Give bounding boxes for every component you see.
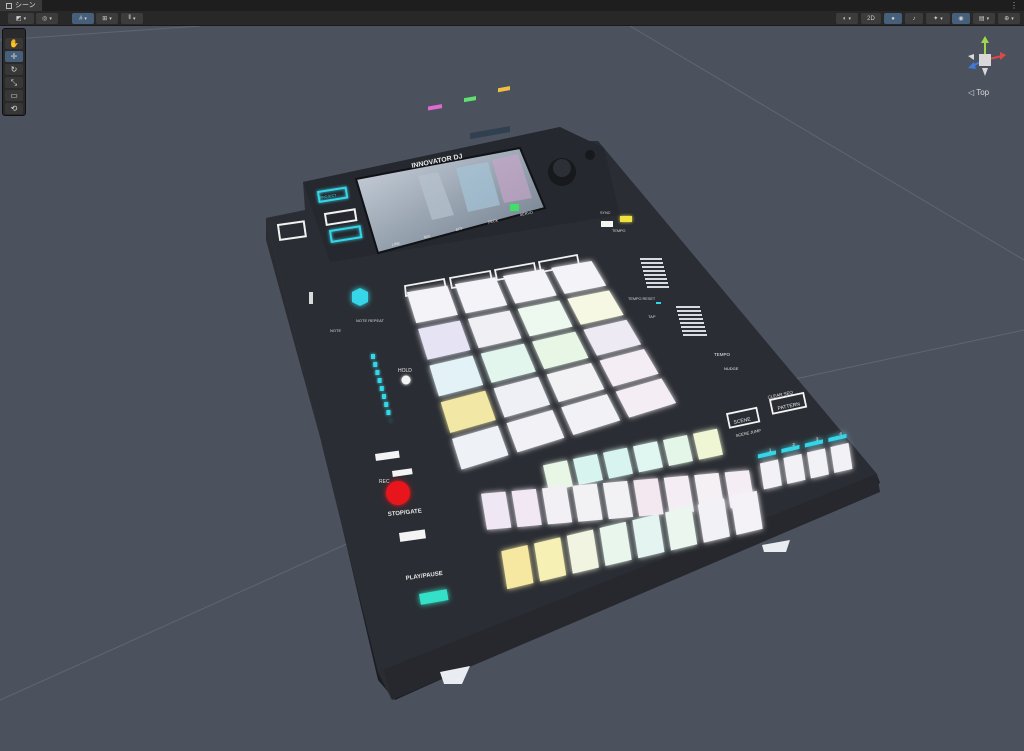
hidden-objects-button[interactable]: ◉ [952,13,970,24]
hold-button[interactable] [401,375,411,385]
sphere-icon: ◐ [842,15,847,22]
scene-button-4[interactable] [830,442,853,474]
touch-strip-led [386,410,391,415]
note-label: NOTE [330,328,341,333]
knob-tempo-label: TEMPO [612,229,626,233]
rec-button[interactable] [386,481,410,505]
sync-label: SYNC [600,211,611,215]
draw-mode-icon: ◩ [15,16,22,22]
grid-snap-button[interactable]: # ▾ [72,13,94,24]
tap-label: TAP [648,314,656,319]
orientation-gizmo[interactable]: ◁ Top [960,32,1010,102]
tempo-indicator [656,302,661,304]
lightbulb-icon: ● [891,15,895,22]
scene-view-options-button[interactable]: ▤ ▾ [973,13,995,24]
touch-strip-led [384,402,389,407]
snap-icon: ⊞ [102,16,108,22]
tempo-label: TEMPO [714,352,731,357]
nudge-label: NUDGE [724,366,739,371]
tab-scene-label: シーン [15,2,36,9]
chevron-down-icon: ▾ [49,15,52,22]
chevron-down-icon: ▾ [986,15,990,22]
2d-toggle-button[interactable]: 2D [861,13,881,24]
2d-toggle-label: 2D [867,15,875,22]
tempo-reset-label: TEMPO RESET [628,297,656,301]
hand-tool-icon[interactable]: ✋ [5,38,23,49]
effects-icon: ✦ [933,16,939,22]
chevron-down-icon: ▾ [848,15,852,22]
repeat-label: NOTE REPEAT [356,318,384,323]
draw-mode-button[interactable]: ◩ ▾ [8,13,34,24]
align-icon: ⫴ [128,15,131,21]
scene-camera-button[interactable]: ◎ ▾ [36,13,58,24]
chevron-down-icon: ▾ [1011,15,1014,22]
increment-snap-button[interactable]: ⊞ ▾ [96,13,118,24]
device-foot-right [762,540,790,552]
scene-button-1[interactable] [759,459,782,490]
scene-button-3[interactable] [806,448,829,479]
tap-light [620,216,632,222]
gizmos-button[interactable]: ⊕ ▾ [998,13,1020,24]
globe-icon: ⊕ [1004,16,1010,22]
small-toggle[interactable] [309,292,313,304]
move-tool-icon[interactable]: ✛ [5,51,23,62]
lighting-toggle-button[interactable]: ● [884,13,902,24]
touch-strip-led [377,378,382,383]
chevron-down-icon: ▾ [133,15,136,22]
touch-strip-led [371,354,375,359]
align-button[interactable]: ⫴ ▾ [121,13,143,24]
scene-svg: INNOVATOR DJ LINKMIXEFFDECKSERVO NOTE NO… [0,26,1024,701]
chevron-down-icon: ▾ [109,15,112,22]
scene-button-2[interactable] [783,453,806,485]
chevron-down-icon: ▾ [23,15,27,22]
audio-icon: ♪ [912,15,916,22]
scene-viewport[interactable]: INNOVATOR DJ LINK MIX EFF DECK SERVO NOTE NO… [0,26,1024,751]
layers-icon: ▤ [978,16,985,22]
tool-palette: ✋ ✛ ↻ ⤡ ▭ ⟲ [2,28,26,116]
shading-mode-button[interactable]: ◐ ▾ [836,13,858,24]
transform-tool-icon[interactable]: ⟲ [5,103,23,114]
eye-slash-icon: ◉ [958,16,964,22]
gizmo-axes-icon [968,36,1006,76]
touch-strip-led [382,394,386,399]
effects-button[interactable]: ✦ ▾ [926,13,950,24]
touch-strip-led [388,418,393,423]
rect-tool-icon[interactable]: ▭ [5,90,23,101]
rec-label: REC [379,479,390,485]
audio-toggle-button[interactable]: ♪ [905,13,923,24]
camera-icon: ◎ [42,16,48,22]
tab-scene[interactable]: シーン [0,0,42,11]
hold-label: HOLD [398,368,412,374]
touch-strip-led [373,362,378,367]
touch-strip-led [375,370,380,375]
gizmo-view-label: ◁ Top [968,88,990,97]
chevron-down-icon: ▾ [940,15,943,22]
touch-strip-led [379,386,384,391]
grid-icon [6,2,12,9]
scale-tool-icon[interactable]: ⤡ [5,77,23,88]
tab-bar: シーン ⋮ [0,0,1024,11]
scene-toolbar: ◩ ▾ ◎ ▾ # ▾ ⊞ ▾ ⫴ ▾ ◐ ▾ 2D ● ♪ ✦ ▾ ◉ ▤ ▾ ⊕ ▾ [0,11,1024,26]
sync-button[interactable] [601,221,613,227]
more-options-icon[interactable]: ⋮ [1010,1,1018,10]
grid-icon: # [79,15,83,22]
rotate-tool-icon[interactable]: ↻ [5,64,23,75]
chevron-down-icon: ▾ [84,15,87,22]
